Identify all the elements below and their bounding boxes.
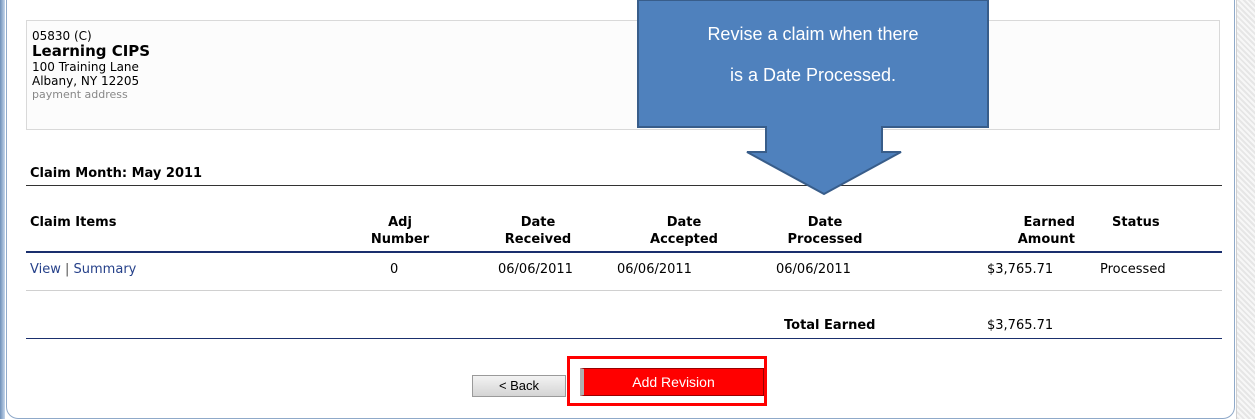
header-date-accepted: Date Accepted xyxy=(628,214,740,248)
header-date-received-line2: Received xyxy=(504,232,572,247)
cell-date-received: 06/06/2011 xyxy=(498,262,573,277)
header-earned-amount: Earned Amount xyxy=(980,214,1075,248)
header-date-accepted-line2: Accepted xyxy=(650,232,718,247)
address-street: 100 Training Lane xyxy=(32,60,139,74)
address-city: Albany, NY 12205 xyxy=(32,74,140,88)
cell-date-processed: 06/06/2011 xyxy=(776,262,851,277)
header-date-processed-line2: Processed xyxy=(787,232,863,247)
callout-text-line1: Revise a claim when there xyxy=(707,24,918,44)
total-earned-value: $3,765.71 xyxy=(987,318,1054,333)
provider-code: 05830 (C) xyxy=(32,29,92,43)
cell-adj-number: 0 xyxy=(390,262,399,277)
header-date-received: Date Received xyxy=(478,214,598,248)
header-date-processed: Date Processed xyxy=(760,214,890,248)
header-date-processed-line1: Date xyxy=(807,215,843,230)
header-adj-number-line1: Adj xyxy=(388,215,412,230)
callout-text-line2: is a Date Processed. xyxy=(730,65,896,85)
window-left-border xyxy=(0,0,5,419)
header-status: Status xyxy=(1112,215,1160,230)
cell-earned-amount: $3,765.71 xyxy=(987,262,1054,277)
header-claim-items: Claim Items xyxy=(30,215,117,230)
callout-arrow: Revise a claim when there is a Date Proc… xyxy=(637,0,989,196)
claim-month-heading: Claim Month: May 2011 xyxy=(30,166,203,181)
header-earned-amount-line1: Earned xyxy=(1023,215,1075,230)
app-window: 05830 (C) Learning CIPS 100 Training Lan… xyxy=(0,0,1255,419)
payment-address-box: 05830 (C) Learning CIPS 100 Training Lan… xyxy=(26,20,1220,130)
add-revision-button[interactable]: Add Revision xyxy=(580,368,764,396)
total-earned-label: Total Earned xyxy=(784,318,876,333)
row-divider xyxy=(26,290,1222,291)
link-separator: | xyxy=(65,262,70,277)
header-adj-number: Adj Number xyxy=(360,214,440,248)
header-date-received-line1: Date xyxy=(520,215,556,230)
summary-link[interactable]: Summary xyxy=(74,262,137,277)
back-button[interactable]: < Back xyxy=(472,375,566,397)
row-actions: View | Summary xyxy=(30,262,136,277)
header-earned-amount-line2: Amount xyxy=(1017,232,1075,247)
table-header-rule xyxy=(26,251,1222,253)
header-date-accepted-line1: Date xyxy=(666,215,702,230)
provider-name: Learning CIPS xyxy=(32,42,151,60)
total-rule xyxy=(26,338,1222,339)
vertical-scrollbar[interactable] xyxy=(1236,0,1255,419)
view-link[interactable]: View xyxy=(30,262,61,277)
claim-month-divider xyxy=(26,185,1222,186)
cell-date-accepted: 06/06/2011 xyxy=(617,262,692,277)
header-adj-number-line2: Number xyxy=(370,232,430,247)
address-type-label: payment address xyxy=(32,88,128,101)
cell-status: Processed xyxy=(1100,262,1166,277)
